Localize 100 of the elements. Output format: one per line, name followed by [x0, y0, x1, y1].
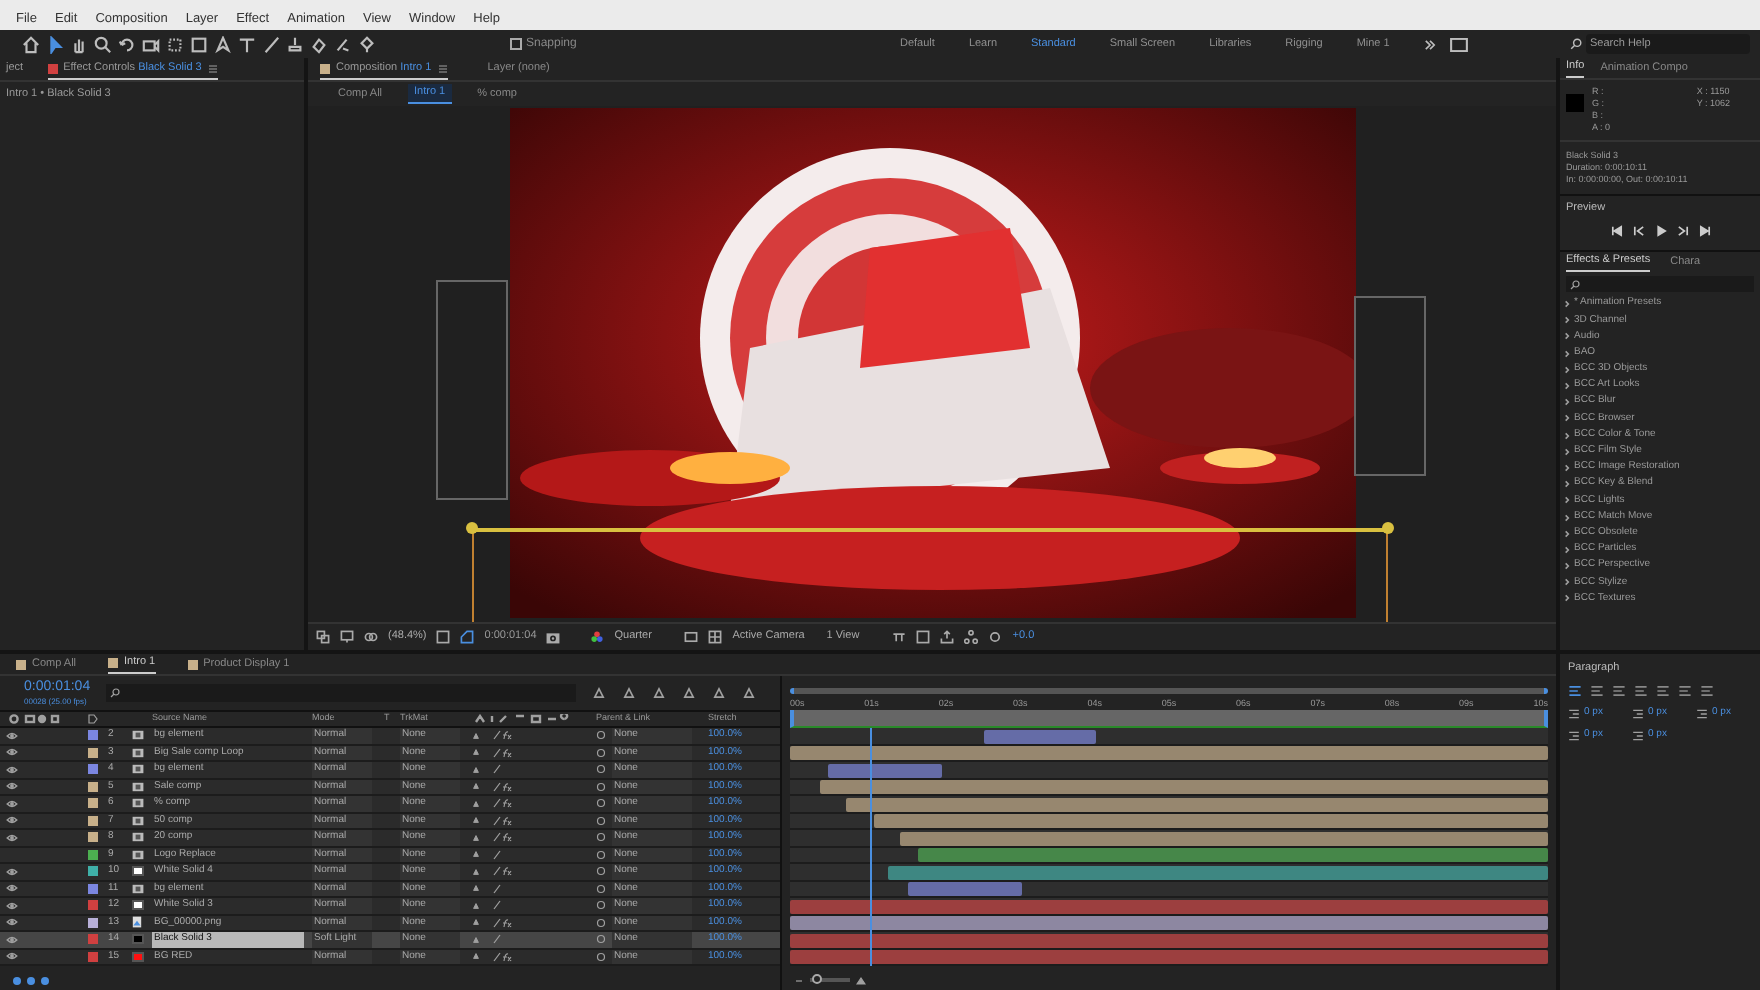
comp-flowchart-icon[interactable]	[12, 975, 22, 985]
overflow-icon[interactable]	[1421, 37, 1438, 51]
label-color-swatch[interactable]	[88, 832, 98, 843]
eye-icon[interactable]	[6, 782, 18, 791]
zoom-out-icon[interactable]	[794, 975, 804, 985]
eraser-tool-icon[interactable]	[310, 35, 328, 53]
grid-icon[interactable]	[436, 630, 451, 644]
expand-modes-icon[interactable]	[40, 975, 50, 985]
last-frame-icon[interactable]	[1697, 224, 1711, 239]
justify-center-icon[interactable]	[1656, 684, 1670, 699]
fx-icon[interactable]	[502, 917, 512, 928]
eye-icon[interactable]	[6, 765, 18, 774]
fx-icon[interactable]	[502, 781, 512, 792]
first-frame-icon[interactable]	[1609, 224, 1623, 239]
eye-icon[interactable]	[6, 867, 18, 876]
home-icon[interactable]	[22, 35, 40, 53]
brush-tool-icon[interactable]	[262, 35, 280, 53]
eye-icon[interactable]	[6, 731, 18, 740]
justify-all-icon[interactable]	[1700, 684, 1714, 699]
fx-icon[interactable]	[502, 747, 512, 758]
pan-behind-tool-icon[interactable]	[166, 35, 184, 53]
zoom-in-icon[interactable]	[856, 975, 866, 985]
mask-toggle-icon[interactable]	[460, 630, 475, 644]
snapping-checkbox[interactable]	[510, 38, 522, 50]
camera-tool-icon[interactable]	[142, 35, 160, 53]
expand-switches-icon[interactable]	[26, 975, 36, 985]
label-color-swatch[interactable]	[88, 815, 98, 826]
eye-icon[interactable]	[6, 901, 18, 910]
label-swatch-icon	[108, 658, 119, 668]
layer-duration-bar[interactable]	[888, 865, 1548, 879]
fx-icon[interactable]	[502, 730, 512, 741]
label-swatch-icon	[16, 659, 26, 669]
label-color-swatch[interactable]	[88, 951, 98, 962]
eye-icon[interactable]	[6, 799, 18, 808]
align-right-icon[interactable]	[1612, 684, 1626, 699]
eye-icon[interactable]	[6, 833, 18, 842]
label-color-swatch[interactable]	[88, 764, 98, 775]
transparency-grid-icon[interactable]	[708, 630, 723, 644]
handle[interactable]	[466, 522, 478, 534]
hand-tool-icon[interactable]	[70, 35, 88, 53]
panel-menu-icon[interactable]	[207, 63, 218, 73]
stamp-tool-icon[interactable]	[286, 35, 304, 53]
view-options-icon[interactable]	[892, 630, 907, 644]
fx-icon[interactable]	[502, 798, 512, 809]
effects-search-field[interactable]	[1566, 276, 1754, 292]
eye-icon[interactable]	[6, 816, 18, 825]
previous-frame-icon[interactable]	[1631, 224, 1645, 239]
eye-icon[interactable]	[6, 748, 18, 757]
layer-search-field[interactable]	[106, 684, 576, 702]
fast-preview-icon[interactable]	[916, 630, 931, 644]
color-channels-icon[interactable]	[590, 630, 605, 644]
color-swatch	[1566, 94, 1584, 112]
handle[interactable]	[1382, 522, 1394, 534]
label-color-swatch[interactable]	[88, 883, 98, 894]
layer-duration-bar[interactable]	[899, 831, 1548, 845]
align-center-icon[interactable]	[1590, 684, 1604, 699]
label-color-swatch[interactable]	[88, 781, 98, 792]
label-color-swatch[interactable]	[88, 900, 98, 911]
layer-duration-bar[interactable]	[827, 763, 942, 777]
zoom-slider-thumb[interactable]	[812, 974, 822, 984]
rectangle-tool-icon[interactable]	[190, 35, 208, 53]
justify-right-icon[interactable]	[1678, 684, 1692, 699]
fx-icon[interactable]	[502, 866, 512, 877]
workspace-panel-icon[interactable]	[1449, 37, 1468, 51]
panel-menu-icon[interactable]	[437, 63, 448, 73]
fx-icon[interactable]	[502, 832, 512, 843]
eye-icon[interactable]	[6, 935, 18, 944]
play-icon[interactable]	[1653, 224, 1667, 239]
fx-icon[interactable]	[502, 815, 512, 826]
label-color-swatch[interactable]	[88, 934, 98, 945]
pen-tool-icon[interactable]	[214, 35, 232, 53]
fx-icon[interactable]	[502, 951, 512, 962]
layer-duration-bar[interactable]	[983, 729, 1097, 743]
camera-icon[interactable]	[546, 630, 561, 644]
share-icon[interactable]	[940, 630, 955, 644]
label-color-swatch[interactable]	[88, 866, 98, 877]
eye-icon[interactable]	[6, 952, 18, 961]
region-icon[interactable]	[684, 630, 699, 644]
label-color-swatch[interactable]	[88, 917, 98, 928]
label-color-swatch[interactable]	[88, 798, 98, 809]
monitor-icon[interactable]	[340, 630, 354, 644]
next-frame-icon[interactable]	[1675, 224, 1689, 239]
label-color-swatch[interactable]	[88, 747, 98, 758]
eye-icon[interactable]	[6, 884, 18, 893]
layer-duration-bar[interactable]	[846, 797, 1548, 811]
pin-tool-icon[interactable]	[358, 35, 376, 53]
type-tool-icon[interactable]	[238, 35, 256, 53]
flowchart-icon[interactable]	[964, 630, 979, 644]
rotate-tool-icon[interactable]	[118, 35, 136, 53]
label-color-swatch[interactable]	[88, 849, 98, 860]
exposure-icon[interactable]	[988, 630, 1003, 644]
label-color-swatch[interactable]	[88, 730, 98, 741]
mask-icon[interactable]	[364, 630, 378, 644]
justify-left-icon[interactable]	[1634, 684, 1648, 699]
eye-icon[interactable]	[6, 918, 18, 927]
align-left-icon[interactable]	[1568, 684, 1582, 699]
roto-brush-tool-icon[interactable]	[334, 35, 352, 53]
zoom-tool-icon[interactable]	[94, 35, 112, 53]
selection-tool-icon[interactable]	[46, 35, 64, 53]
layers-icon[interactable]	[316, 630, 330, 644]
